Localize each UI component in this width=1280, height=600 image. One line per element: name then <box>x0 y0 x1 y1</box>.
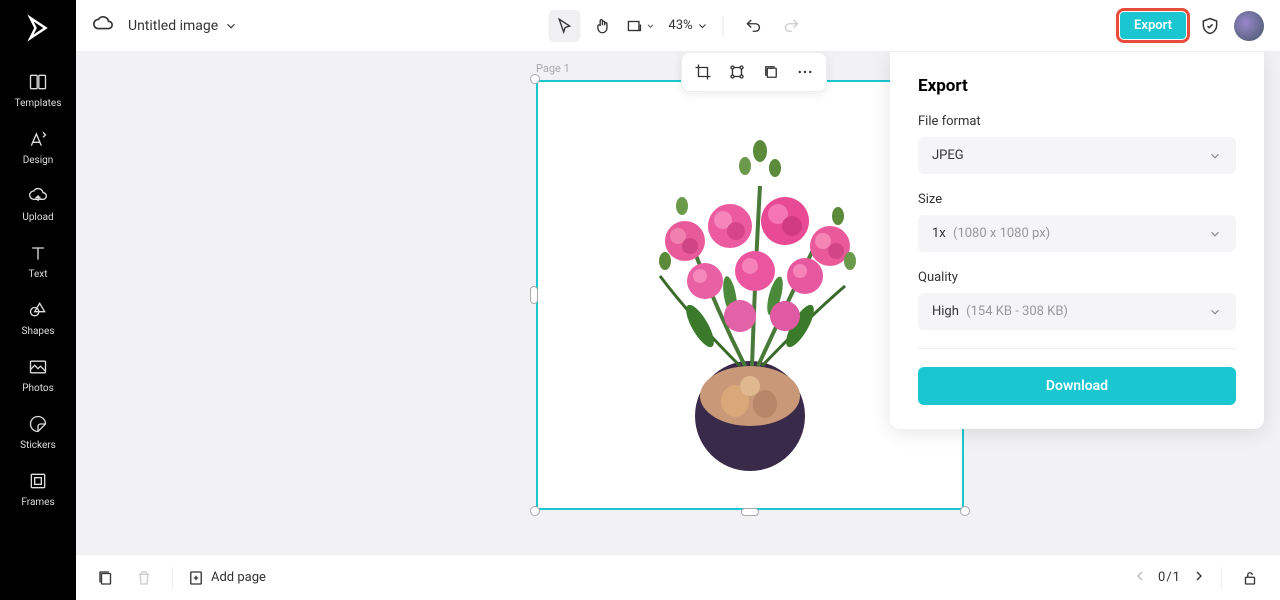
rail-label: Stickers <box>20 440 56 451</box>
divider <box>918 348 1236 349</box>
app-logo[interactable] <box>20 10 56 46</box>
crop-icon[interactable] <box>688 57 718 87</box>
zoom-value: 43% <box>668 18 692 33</box>
rail-label: Text <box>28 269 47 280</box>
size-value: 1x <box>932 226 946 241</box>
main-area: Untitled image 43% <box>76 0 1280 600</box>
artboard-tool[interactable] <box>624 10 656 42</box>
shield-icon[interactable] <box>1196 12 1224 40</box>
separator <box>1221 567 1222 589</box>
chevron-down-icon <box>1208 149 1222 163</box>
title-text: Untitled image <box>128 18 218 34</box>
rail-label: Templates <box>15 98 62 109</box>
rail-item-photos[interactable]: Photos <box>0 345 76 402</box>
resize-handle-bl[interactable] <box>530 506 540 516</box>
rail-label: Upload <box>22 212 53 223</box>
rail-item-design[interactable]: Design <box>0 117 76 174</box>
rail-item-text[interactable]: Text <box>0 231 76 288</box>
add-page-label: Add page <box>211 570 266 585</box>
topbar: Untitled image 43% <box>76 0 1280 52</box>
user-avatar[interactable] <box>1234 11 1264 41</box>
export-button[interactable]: Export <box>1120 12 1186 39</box>
quality-label: Quality <box>918 270 1236 285</box>
chevron-down-icon <box>1208 227 1222 241</box>
canvas-image[interactable] <box>590 96 910 476</box>
left-rail: Templates Design Upload Text Shapes Phot… <box>0 0 76 600</box>
format-value: JPEG <box>932 148 964 163</box>
topbar-center-tools: 43% <box>548 10 807 42</box>
zoom-dropdown[interactable]: 43% <box>668 18 708 33</box>
resize-handle-mb[interactable] <box>741 508 759 516</box>
quality-select[interactable]: High (154 KB - 308 KB) <box>918 293 1236 330</box>
photos-icon <box>26 355 50 379</box>
layers-icon[interactable] <box>756 57 786 87</box>
shapes-icon <box>26 298 50 322</box>
design-icon <box>26 127 50 151</box>
cloud-sync-icon[interactable] <box>92 13 114 39</box>
separator <box>723 16 724 36</box>
bottombar: Add page 0/1 <box>76 554 1280 600</box>
trash-icon[interactable] <box>130 564 158 592</box>
next-page-button[interactable] <box>1191 568 1207 588</box>
rail-label: Design <box>23 155 54 166</box>
select-tool[interactable] <box>548 10 580 42</box>
size-hint: (1080 x 1080 px) <box>953 226 1050 241</box>
export-panel-title: Export <box>918 76 1236 96</box>
rail-label: Photos <box>22 383 54 394</box>
upload-icon <box>26 184 50 208</box>
redo-button[interactable] <box>776 10 808 42</box>
undo-button[interactable] <box>738 10 770 42</box>
add-page-icon <box>187 569 205 587</box>
separator <box>172 567 173 589</box>
page-counter: 0/1 <box>1158 570 1181 585</box>
lock-icon[interactable] <box>1236 564 1264 592</box>
hand-tool[interactable] <box>586 10 618 42</box>
format-label: File format <box>918 114 1236 129</box>
selection-toolbar <box>681 52 827 92</box>
templates-icon <box>26 70 50 94</box>
page-nav: 0/1 <box>1132 568 1207 588</box>
rail-item-frames[interactable]: Frames <box>0 459 76 516</box>
page-label: Page 1 <box>536 62 570 75</box>
rail-item-shapes[interactable]: Shapes <box>0 288 76 345</box>
size-label: Size <box>918 192 1236 207</box>
download-button[interactable]: Download <box>918 367 1236 405</box>
resize-handle-ml[interactable] <box>530 286 538 304</box>
quality-hint: (154 KB - 308 KB) <box>966 304 1068 319</box>
rail-label: Shapes <box>22 326 55 337</box>
quality-value: High <box>932 304 959 319</box>
adjust-icon[interactable] <box>722 57 752 87</box>
frames-icon <box>26 469 50 493</box>
resize-handle-tl[interactable] <box>530 74 540 84</box>
export-panel: Export File format JPEG Size 1x (1080 x … <box>890 52 1264 429</box>
size-select[interactable]: 1x (1080 x 1080 px) <box>918 215 1236 252</box>
chevron-down-icon <box>697 20 709 32</box>
add-page-button[interactable]: Add page <box>187 569 266 587</box>
workspace[interactable]: Page 1 <box>76 52 1280 554</box>
format-select[interactable]: JPEG <box>918 137 1236 174</box>
resize-handle-br[interactable] <box>960 506 970 516</box>
rail-item-upload[interactable]: Upload <box>0 174 76 231</box>
text-icon <box>26 241 50 265</box>
pages-panel-icon[interactable] <box>92 564 120 592</box>
more-icon[interactable] <box>790 57 820 87</box>
document-title[interactable]: Untitled image <box>128 18 238 34</box>
prev-page-button[interactable] <box>1132 568 1148 588</box>
rail-label: Frames <box>21 497 54 508</box>
rail-item-stickers[interactable]: Stickers <box>0 402 76 459</box>
chevron-down-icon <box>224 19 238 33</box>
rail-item-templates[interactable]: Templates <box>0 60 76 117</box>
chevron-down-icon <box>1208 305 1222 319</box>
stickers-icon <box>26 412 50 436</box>
